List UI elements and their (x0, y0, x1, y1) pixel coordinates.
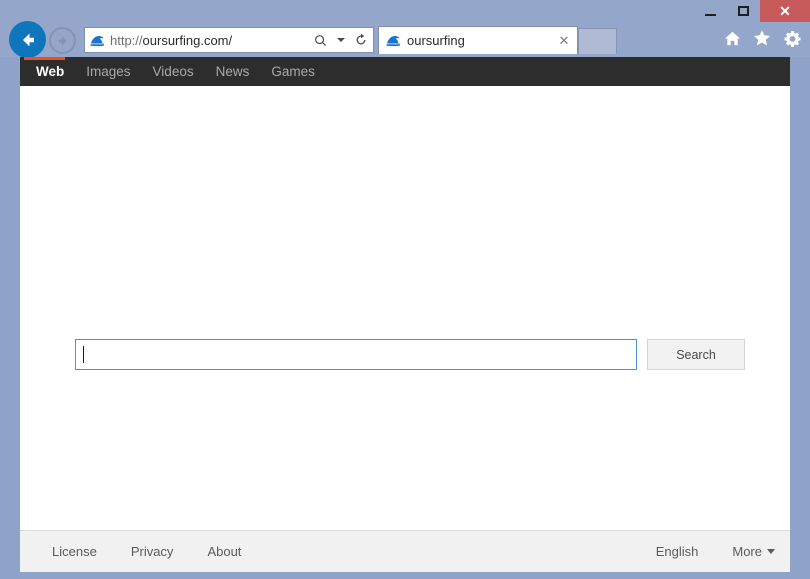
footer-link-privacy[interactable]: Privacy (114, 544, 191, 559)
forward-arrow-icon (58, 35, 67, 46)
maximize-icon (738, 6, 749, 16)
site-nav-item-games[interactable]: Games (260, 57, 326, 86)
search-input[interactable] (75, 339, 637, 370)
address-text: http://oursurfing.com/ (110, 33, 312, 48)
active-tab-accent-bar (24, 57, 65, 60)
search-button[interactable]: Search (647, 339, 745, 370)
search-icon[interactable] (312, 30, 329, 50)
more-label: More (732, 544, 762, 559)
close-button[interactable]: ✕ (760, 0, 810, 22)
new-tab-button[interactable] (578, 28, 617, 54)
page-footer: License Privacy About English More (20, 530, 790, 572)
footer-link-license[interactable]: License (35, 544, 114, 559)
window-controls: ✕ (694, 0, 810, 22)
chevron-down-icon[interactable] (332, 30, 349, 50)
site-nav-item-images[interactable]: Images (75, 57, 141, 86)
wave-icon (385, 33, 401, 49)
refresh-icon[interactable] (352, 30, 369, 50)
address-bar[interactable]: http://oursurfing.com/ (84, 27, 374, 53)
back-arrow-icon (22, 33, 34, 46)
search-row: Search (75, 339, 745, 370)
tab-close-icon[interactable]: ✕ (557, 34, 571, 48)
url-domain: oursurfing.com/ (142, 32, 233, 48)
url-scheme: http:// (110, 32, 143, 48)
minimize-button[interactable] (694, 0, 727, 22)
browser-toolbar: http://oursurfing.com/ oursurfing ✕ (0, 21, 810, 58)
gear-icon[interactable] (782, 28, 802, 48)
back-button[interactable] (9, 21, 46, 58)
maximize-button[interactable] (727, 0, 760, 22)
close-icon: ✕ (779, 3, 791, 19)
site-nav-item-web[interactable]: Web (25, 57, 75, 86)
page-viewport: Web Images Videos News Games Search Lice… (20, 57, 790, 572)
footer-link-about[interactable]: About (190, 544, 258, 559)
star-icon[interactable] (752, 28, 772, 48)
browser-window: ✕ http://oursurfing.com/ oursurfing ✕ We… (0, 0, 810, 579)
toolbar-icon-group (722, 28, 802, 48)
site-nav-item-news[interactable]: News (205, 57, 261, 86)
wave-icon (89, 32, 105, 48)
chevron-down-icon (767, 549, 775, 554)
text-cursor (83, 346, 84, 363)
more-menu[interactable]: More (715, 544, 775, 559)
forward-button[interactable] (49, 27, 76, 54)
language-selector[interactable]: English (639, 544, 716, 559)
site-nav-item-videos[interactable]: Videos (142, 57, 205, 86)
title-bar: ✕ (0, 0, 810, 22)
site-navigation: Web Images Videos News Games (20, 57, 790, 86)
browser-tab[interactable]: oursurfing ✕ (378, 26, 578, 54)
home-icon[interactable] (722, 28, 742, 48)
footer-right-group: English More (639, 544, 775, 559)
page-content: Search License Privacy About English Mor… (20, 86, 790, 572)
address-bar-icons (312, 30, 369, 50)
tab-title: oursurfing (407, 33, 465, 48)
minimize-icon (705, 13, 716, 16)
